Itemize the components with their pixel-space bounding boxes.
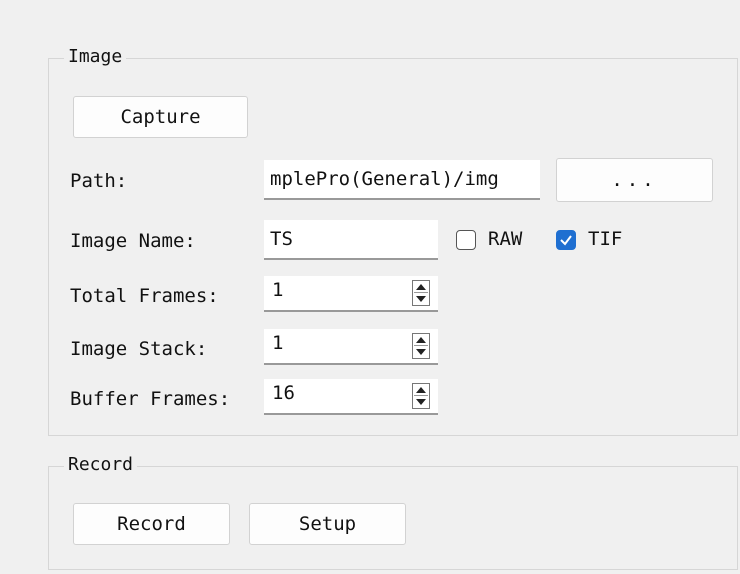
image-name-input[interactable]: TS bbox=[264, 220, 438, 260]
record-group-title: Record bbox=[64, 454, 138, 475]
path-label: Path: bbox=[70, 170, 128, 192]
record-button[interactable]: Record bbox=[73, 503, 230, 545]
spin-arrows-icon[interactable] bbox=[412, 280, 430, 306]
capture-button[interactable]: Capture bbox=[73, 96, 248, 138]
browse-button[interactable]: ... bbox=[556, 158, 713, 202]
buffer-frames-label: Buffer Frames: bbox=[70, 388, 231, 410]
spin-arrows-icon[interactable] bbox=[412, 333, 430, 359]
buffer-frames-value: 16 bbox=[272, 382, 295, 404]
total-frames-value: 1 bbox=[272, 279, 284, 301]
image-stack-label: Image Stack: bbox=[70, 338, 208, 360]
image-stack-value: 1 bbox=[272, 332, 284, 354]
image-stack-spinbox[interactable]: 1 bbox=[264, 329, 438, 365]
raw-label: RAW bbox=[488, 228, 523, 250]
setup-button[interactable]: Setup bbox=[249, 503, 406, 545]
buffer-frames-spinbox[interactable]: 16 bbox=[264, 379, 438, 415]
spin-arrows-icon[interactable] bbox=[412, 383, 430, 409]
tif-checkbox[interactable] bbox=[556, 230, 576, 250]
total-frames-label: Total Frames: bbox=[70, 285, 219, 307]
check-icon bbox=[560, 235, 572, 246]
raw-checkbox[interactable] bbox=[456, 230, 476, 250]
image-group-title: Image bbox=[64, 46, 127, 67]
image-name-label: Image Name: bbox=[70, 230, 196, 252]
path-input[interactable]: mplePro(General)/img bbox=[264, 160, 540, 200]
tif-label: TIF bbox=[588, 228, 623, 250]
total-frames-spinbox[interactable]: 1 bbox=[264, 276, 438, 312]
